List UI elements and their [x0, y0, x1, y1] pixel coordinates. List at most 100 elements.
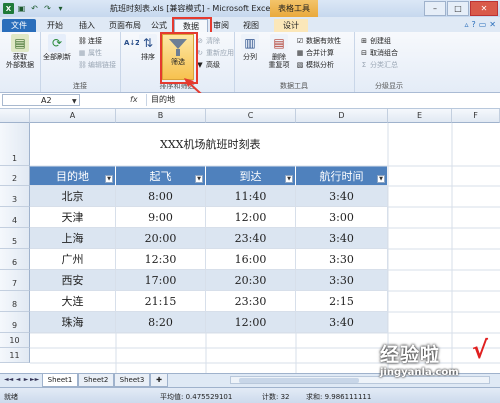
close-workbook-icon[interactable]: ✕ [489, 20, 496, 29]
row-header[interactable]: 8 [0, 291, 30, 312]
refresh-all-label: 全部刷新 [43, 53, 71, 61]
select-all-corner[interactable] [0, 109, 30, 123]
row-header[interactable]: 5 [0, 228, 30, 249]
tab-insert[interactable]: 插入 [74, 19, 100, 32]
status-ready: 就绪 [4, 393, 18, 401]
ungroup-button[interactable]: ⊟ 取消组合 [360, 48, 398, 58]
maximize-button[interactable]: □ [447, 1, 469, 16]
get-external-data-button[interactable]: ▤ 获取 外部数据 [5, 34, 35, 69]
minimize-button[interactable]: – [424, 1, 446, 16]
ungroup-label: 取消组合 [370, 49, 398, 57]
ribbon-right-icons: ▵ ? ▭ ✕ [464, 20, 496, 29]
sort-label: 排序 [141, 53, 155, 61]
last-sheet-button[interactable]: ►► [30, 376, 39, 384]
sheet-tab[interactable]: Sheet3 [114, 374, 150, 387]
name-box[interactable]: A2 [2, 94, 80, 106]
insert-function-icon[interactable]: fx [130, 95, 138, 104]
customize-qat-icon[interactable]: ▾ [55, 3, 66, 14]
tab-review[interactable]: 审阅 [208, 19, 234, 32]
column-header[interactable]: E [388, 109, 452, 123]
restore-icon[interactable]: ▭ [479, 20, 487, 29]
row-header[interactable]: 10 [0, 333, 30, 348]
outline-group-label: 分级显示 [375, 82, 403, 90]
data-tools-group-label: 数据工具 [280, 82, 308, 90]
row-header[interactable]: 1 [0, 123, 30, 166]
tab-view[interactable]: 视图 [238, 19, 264, 32]
filter-button[interactable]: 筛选 [162, 34, 194, 80]
remove-duplicates-icon: ▤ [270, 34, 288, 52]
first-sheet-button[interactable]: ◄◄ [4, 376, 13, 384]
connections-label: 连接 [88, 37, 102, 45]
row-header[interactable]: 9 [0, 312, 30, 333]
refresh-all-button[interactable]: ⟳ 全部刷新 [42, 34, 72, 61]
redo-icon[interactable]: ↷ [42, 3, 53, 14]
next-sheet-button[interactable]: ► [22, 376, 30, 384]
formula-bar: A2 ▼ fx 目的地 [0, 93, 500, 109]
horizontal-scrollbar[interactable] [230, 376, 490, 384]
column-header[interactable]: D [296, 109, 388, 123]
reapply-label: 重新应用 [206, 49, 234, 57]
consolidate-button[interactable]: ▦ 合并计算 [296, 48, 334, 58]
subtotal-button[interactable]: Σ 分类汇总 [360, 60, 398, 70]
group-external-data: ▤ 获取 外部数据 [0, 32, 41, 92]
prev-sheet-button[interactable]: ◄ [14, 376, 22, 384]
get-external-data-label: 获取 外部数据 [6, 53, 34, 69]
help-icon[interactable]: ? [471, 20, 475, 29]
name-box-dropdown-icon[interactable]: ▼ [72, 98, 77, 105]
edit-links-icon: ⛓ [78, 61, 87, 69]
tab-design[interactable]: 设计 [274, 19, 308, 32]
connections-button[interactable]: ⛓ 连接 [78, 36, 102, 46]
clear-filter-button[interactable]: ⊘ 清除 [196, 36, 220, 46]
group-button[interactable]: ⊞ 创建组 [360, 36, 391, 46]
minimize-ribbon-icon[interactable]: ▵ [464, 20, 468, 29]
excel-logo-icon: X [3, 3, 14, 14]
sort-button[interactable]: ⇅ 排序 [136, 34, 160, 61]
worksheet-grid[interactable]: A B C D E F 1 2 3 4 5 6 7 8 9 10 11 XXX机… [0, 109, 500, 373]
what-if-icon: ▧ [296, 61, 304, 69]
row-header[interactable]: 7 [0, 270, 30, 291]
what-if-analysis-button[interactable]: ▧ 模拟分析 [296, 60, 334, 70]
group-outline: ⊞ 创建组 ⊟ 取消组合 Σ 分类汇总 分级显示 [354, 32, 424, 92]
row-header[interactable]: 2 [0, 166, 30, 186]
column-header[interactable]: A [30, 109, 116, 123]
status-sum: 求和: 9.986111111 [306, 393, 372, 401]
column-header[interactable]: B [116, 109, 206, 123]
row-header[interactable]: 3 [0, 186, 30, 207]
window-title: 航班时刻表.xls [兼容模式] - Microsoft Excel [110, 4, 273, 13]
tab-home[interactable]: 开始 [42, 19, 68, 32]
row-header[interactable]: 6 [0, 249, 30, 270]
text-to-columns-button[interactable]: ▥ 分列 [238, 34, 262, 61]
reapply-button[interactable]: ↻ 重新应用 [196, 48, 234, 58]
tab-file[interactable]: 文件 [2, 19, 36, 32]
tab-formulas[interactable]: 公式 [146, 19, 172, 32]
advanced-filter-button[interactable]: ▼ 高级 [196, 60, 220, 70]
ribbon-body: ▤ 获取 外部数据 ⟳ 全部刷新 ⛓ 连接 ▦ 属性 ⛓ 编辑链接 连接 A↓Z ⇅ … [0, 32, 500, 103]
properties-button[interactable]: ▦ 属性 [78, 48, 102, 58]
edit-links-button[interactable]: ⛓ 编辑链接 [78, 60, 116, 70]
remove-duplicates-button[interactable]: ▤ 删除 重复项 [266, 34, 292, 69]
tab-page-layout[interactable]: 页面布局 [106, 19, 144, 32]
sheet-tab[interactable]: Sheet2 [78, 374, 114, 387]
sheet-tab[interactable]: Sheet1 [42, 374, 78, 387]
ungroup-icon: ⊟ [361, 49, 367, 57]
status-bar: 就绪 平均值: 0.475529101 计数: 32 求和: 9.9861111… [0, 387, 500, 403]
tab-data[interactable]: 数据 [174, 19, 208, 33]
empty-gridlines [30, 123, 500, 373]
column-header[interactable]: C [206, 109, 296, 123]
column-header[interactable]: F [452, 109, 500, 123]
clear-filter-label: 清除 [206, 37, 220, 45]
save-icon[interactable]: ▣ [16, 3, 27, 14]
status-count: 计数: 32 [262, 393, 290, 401]
insert-sheet-icon[interactable]: ✚ [150, 374, 168, 387]
split-label: 分列 [243, 53, 257, 61]
row-header[interactable]: 11 [0, 348, 30, 363]
data-validation-button[interactable]: ☑ 数据有效性 [296, 36, 341, 46]
consolidate-label: 合并计算 [306, 49, 334, 57]
row-header[interactable]: 4 [0, 207, 30, 228]
formula-input[interactable]: 目的地 [146, 94, 500, 106]
close-button[interactable]: ✕ [470, 1, 498, 16]
undo-icon[interactable]: ↶ [29, 3, 40, 14]
scrollbar-thumb[interactable] [239, 378, 359, 383]
funnel-icon [169, 39, 187, 49]
properties-icon: ▦ [78, 49, 86, 57]
